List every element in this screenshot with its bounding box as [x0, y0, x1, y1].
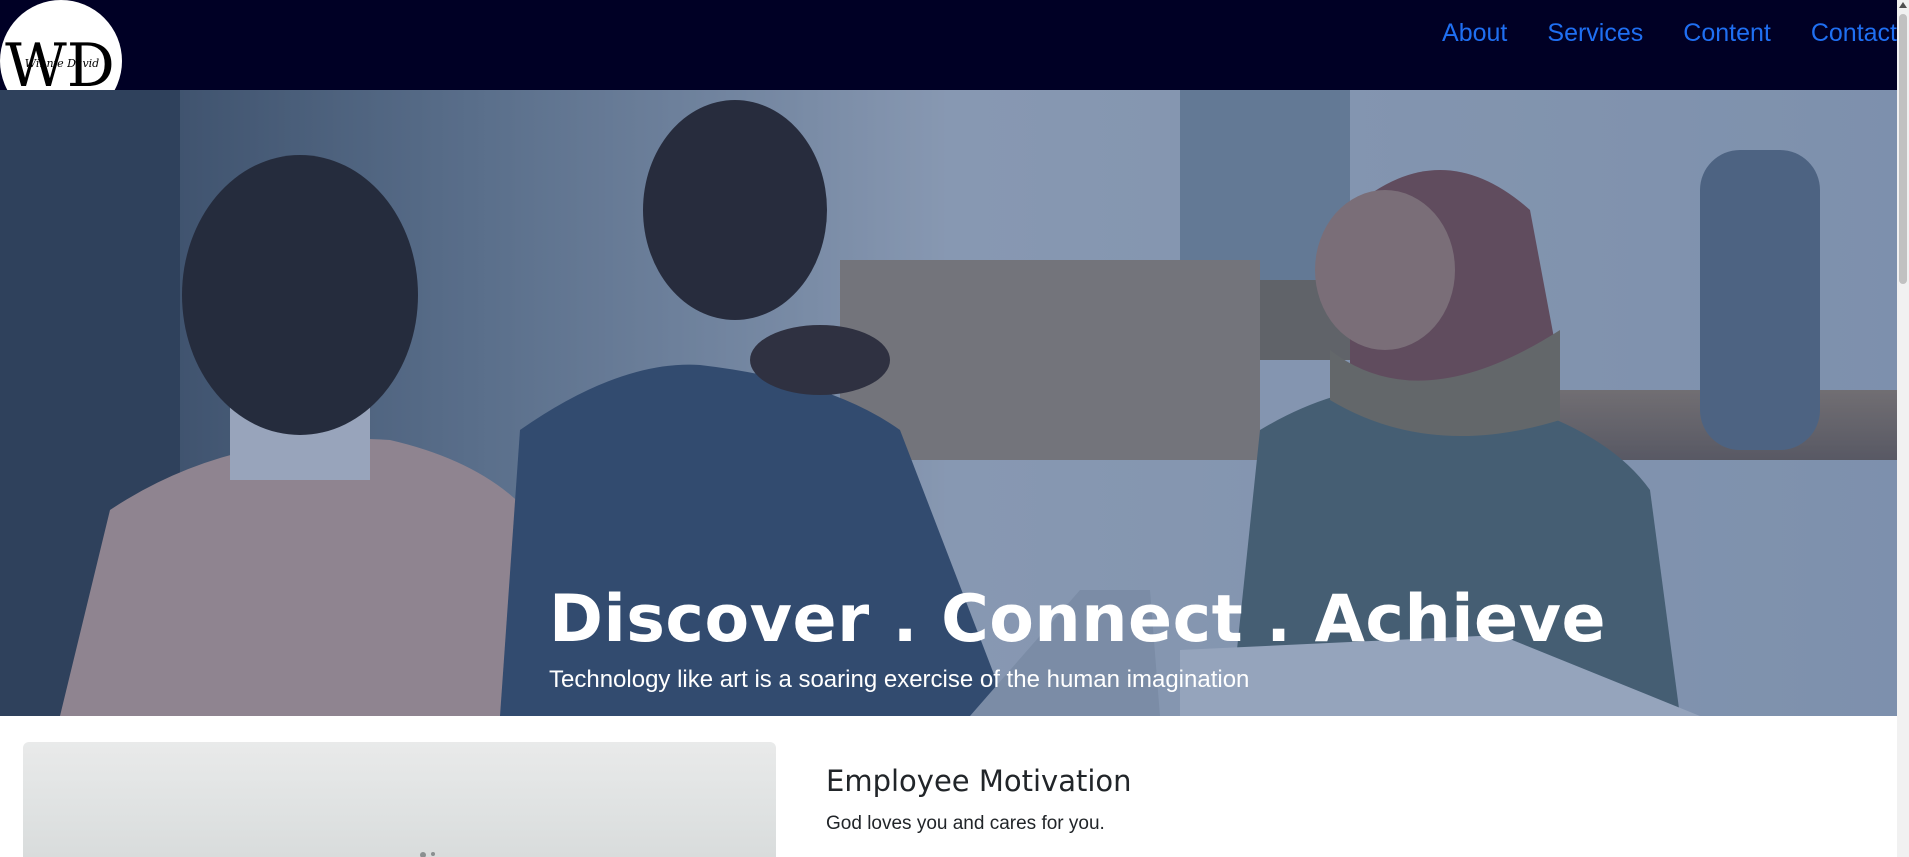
nav-link-contact[interactable]: Contact: [1811, 19, 1897, 48]
hero-title: Discover . Connect . Achieve: [549, 582, 1607, 657]
section-title: Employee Motivation: [826, 764, 1132, 798]
scrollbar[interactable]: [1897, 0, 1909, 857]
section-text: God loves you and cares for you.: [826, 813, 1105, 834]
logo-link[interactable]: WD Winnie David: [0, 0, 122, 90]
page: WD Winnie David About Services Content C…: [0, 0, 1909, 857]
hero-subtitle: Technology like art is a soaring exercis…: [549, 666, 1250, 693]
nav-links: About Services Content Contact: [1442, 0, 1897, 66]
nav-link-content[interactable]: Content: [1683, 19, 1771, 48]
image-placeholder-icon: [420, 852, 435, 857]
scroll-up-icon[interactable]: [1899, 2, 1907, 8]
hero-section: Discover . Connect . Achieve Technology …: [0, 90, 1897, 716]
nav-link-services[interactable]: Services: [1547, 19, 1643, 48]
employee-motivation-image: [23, 742, 776, 857]
logo-script: Winnie David: [25, 57, 99, 70]
logo-icon: WD Winnie David: [0, 0, 122, 90]
navbar: WD Winnie David About Services Content C…: [0, 0, 1897, 90]
scroll-thumb[interactable]: [1899, 14, 1907, 284]
nav-link-about[interactable]: About: [1442, 19, 1507, 48]
